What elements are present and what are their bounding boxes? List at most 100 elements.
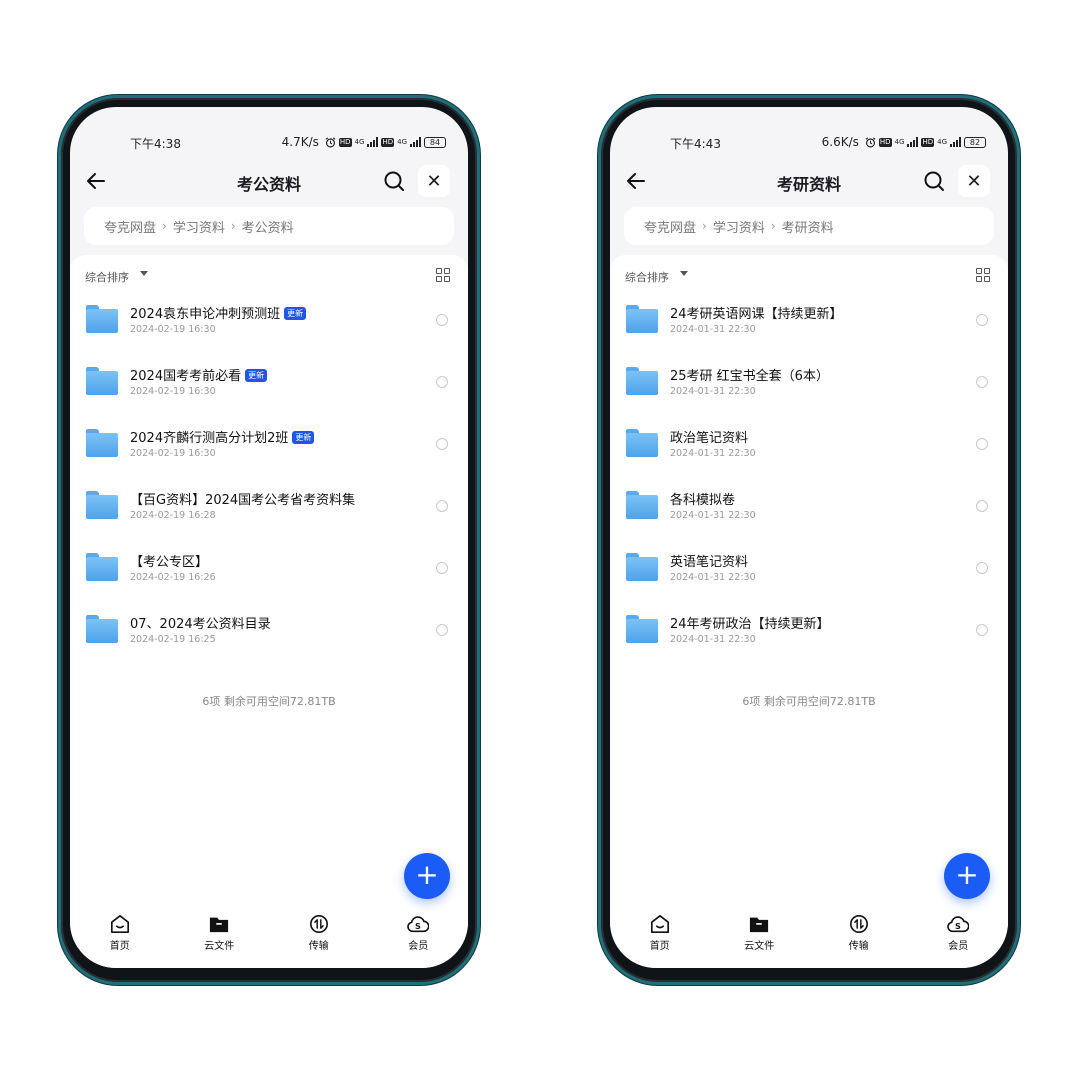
breadcrumb-item[interactable]: 学习资料: [713, 217, 765, 236]
file-date: 2024-01-31 22:30: [670, 572, 756, 583]
list-item[interactable]: 政治笔记资料 2024-01-31 22:30: [610, 417, 1008, 479]
search-icon[interactable]: [382, 169, 406, 193]
grid-view-icon[interactable]: [976, 268, 990, 282]
select-radio[interactable]: [436, 314, 448, 326]
select-radio[interactable]: [436, 438, 448, 450]
nav-bar: 考研资料 ✕: [610, 159, 1008, 203]
select-radio[interactable]: [436, 376, 448, 388]
caret-down-icon[interactable]: [680, 271, 688, 276]
file-date: 2024-01-31 22:30: [670, 324, 756, 335]
folder-icon: [86, 615, 118, 643]
tab-cloud-files[interactable]: 云文件: [184, 914, 254, 956]
list-item[interactable]: 2024袁东申论冲刺预测班 更新 2024-02-19 16:30: [70, 293, 468, 355]
tab-membership[interactable]: S 会员: [383, 914, 453, 956]
list-item[interactable]: 【百G资料】2024国考公考省考资料集 2024-02-19 16:28: [70, 479, 468, 541]
tab-label: 首页: [649, 941, 670, 952]
sort-dropdown[interactable]: 综合排序: [625, 269, 669, 285]
tab-label: 传输: [848, 941, 869, 952]
tab-label: 首页: [109, 941, 130, 952]
signal-icon: [367, 137, 379, 147]
list-item[interactable]: 2024齐麟行测高分计划2班 更新 2024-02-19 16:30: [70, 417, 468, 479]
select-radio[interactable]: [436, 500, 448, 512]
file-name-text: 【考公专区】: [130, 555, 209, 570]
plus-icon: +: [415, 858, 439, 891]
file-name-text: 【百G资料】2024国考公考省考资料集: [130, 493, 356, 508]
list-item[interactable]: 24考研英语网课【持续更新】 2024-01-31 22:30: [610, 293, 1008, 355]
plus-icon: +: [955, 858, 979, 891]
tab-label: 云文件: [204, 941, 235, 952]
tab-transfer[interactable]: 传输: [824, 914, 894, 956]
bottom-tab-bar: 首页 云文件 传输 S 会员: [610, 914, 1008, 956]
file-name: 英语笔记资料: [670, 551, 748, 570]
page-title: 考公资料: [236, 175, 301, 194]
folder-icon: [86, 553, 118, 581]
page-title: 考研资料: [776, 175, 841, 194]
tab-home[interactable]: 首页: [625, 914, 695, 956]
caret-down-icon[interactable]: [140, 271, 148, 276]
list-item[interactable]: 【考公专区】 2024-02-19 16:26: [70, 541, 468, 603]
file-date: 2024-01-31 22:30: [670, 448, 756, 459]
breadcrumb-item[interactable]: 考研资料: [782, 217, 834, 236]
file-date: 2024-02-19 16:30: [130, 386, 216, 397]
list-item[interactable]: 各科模拟卷 2024-01-31 22:30: [610, 479, 1008, 541]
breadcrumb-item[interactable]: 夸克网盘: [644, 217, 696, 236]
sort-bar: 综合排序: [625, 267, 990, 287]
close-button[interactable]: ✕: [958, 165, 990, 197]
select-radio[interactable]: [976, 314, 988, 326]
update-badge: 更新: [292, 431, 315, 444]
add-button[interactable]: +: [404, 853, 450, 899]
tab-transfer[interactable]: 传输: [284, 914, 354, 956]
file-name-text: 07、2024考公资料目录: [130, 617, 271, 632]
list-item[interactable]: 英语笔记资料 2024-01-31 22:30: [610, 541, 1008, 603]
breadcrumb: 夸克网盘 › 学习资料 › 考研资料: [624, 207, 994, 245]
file-name-text: 25考研 红宝书全套（6本）: [670, 369, 829, 384]
hd-icon-2: HD: [921, 137, 935, 147]
file-name-text: 英语笔记资料: [670, 555, 749, 570]
grid-view-icon[interactable]: [436, 268, 450, 282]
battery-icon: 82: [964, 136, 986, 148]
breadcrumb-item[interactable]: 考公资料: [242, 217, 294, 236]
hd-icon: HD: [338, 137, 352, 147]
file-date: 2024-02-19 16:26: [130, 572, 216, 583]
sort-dropdown[interactable]: 综合排序: [85, 269, 129, 285]
hd-icon-2: HD: [381, 137, 395, 147]
folder-icon: [626, 553, 658, 581]
close-button[interactable]: ✕: [418, 165, 450, 197]
select-radio[interactable]: [976, 500, 988, 512]
tab-home[interactable]: 首页: [85, 914, 155, 956]
network-type-1: 4G: [354, 138, 365, 146]
storage-info: 6项 剩余可用空间72.81TB: [742, 695, 876, 708]
select-radio[interactable]: [976, 438, 988, 450]
folder-icon: [86, 305, 118, 333]
chevron-right-icon: ›: [702, 219, 707, 233]
file-name: 【考公专区】: [130, 551, 208, 570]
file-name-text: 24考研英语网课【持续更新】: [670, 307, 843, 322]
cloud-folder-icon: [750, 917, 769, 933]
search-icon[interactable]: [922, 169, 946, 193]
list-item[interactable]: 24年考研政治【持续更新】 2024-01-31 22:30: [610, 603, 1008, 665]
select-radio[interactable]: [976, 376, 988, 388]
file-name: 24年考研政治【持续更新】: [670, 613, 830, 632]
file-date: 2024-02-19 16:28: [130, 510, 216, 521]
select-radio[interactable]: [976, 562, 988, 574]
signal-icon: [907, 137, 919, 147]
file-date: 2024-02-19 16:30: [130, 324, 216, 335]
file-name: 【百G资料】2024国考公考省考资料集: [130, 489, 355, 508]
file-date: 2024-01-31 22:30: [670, 510, 756, 521]
file-name-text: 24年考研政治【持续更新】: [670, 617, 830, 632]
select-radio[interactable]: [976, 624, 988, 636]
select-radio[interactable]: [436, 624, 448, 636]
add-button[interactable]: +: [944, 853, 990, 899]
list-item[interactable]: 2024国考考前必看 更新 2024-02-19 16:30: [70, 355, 468, 417]
breadcrumb-item[interactable]: 夸克网盘: [104, 217, 156, 236]
breadcrumb-item[interactable]: 学习资料: [173, 217, 225, 236]
tab-membership[interactable]: S 会员: [923, 914, 993, 956]
tab-cloud-files[interactable]: 云文件: [724, 914, 794, 956]
chevron-right-icon: ›: [770, 219, 776, 233]
tab-label: 传输: [308, 941, 329, 952]
list-item[interactable]: 07、2024考公资料目录 2024-02-19 16:25: [70, 603, 468, 665]
phone-screen: 下午4:43 6.6K/s HD 4G HD 4G 82 考研资料 ✕ 夸克网盘…: [610, 107, 1008, 968]
select-radio[interactable]: [436, 562, 448, 574]
file-name: 24考研英语网课【持续更新】: [670, 303, 843, 322]
list-item[interactable]: 25考研 红宝书全套（6本） 2024-01-31 22:30: [610, 355, 1008, 417]
